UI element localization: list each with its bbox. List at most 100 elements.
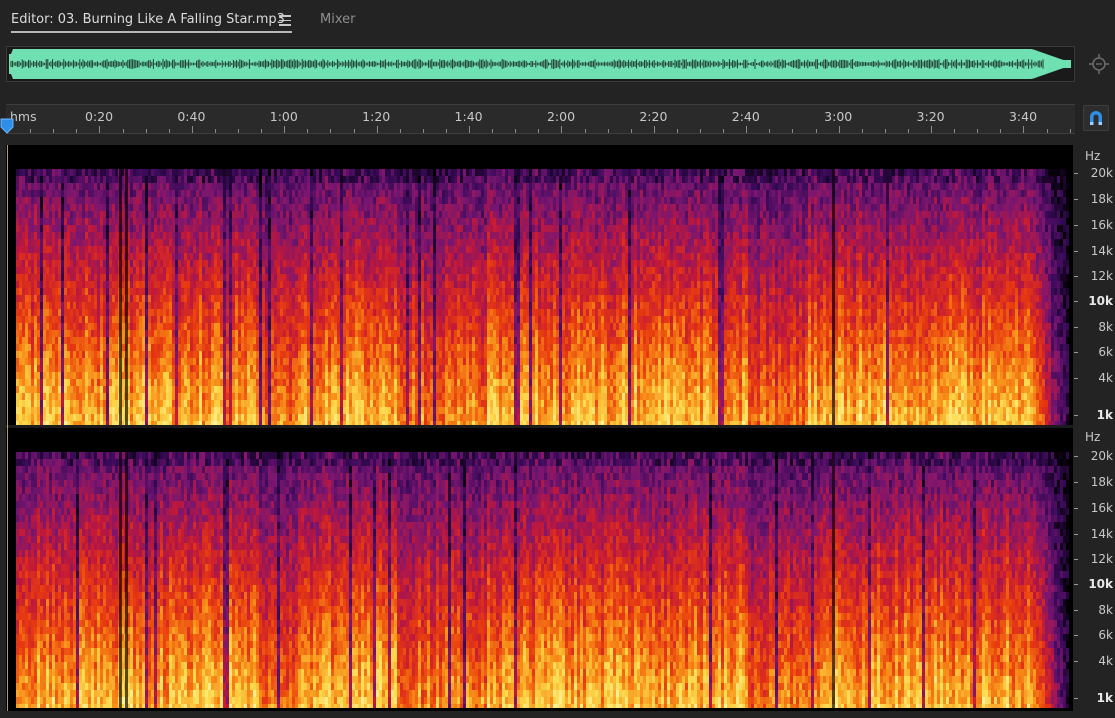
hz-tick-label: 18k (1091, 192, 1113, 206)
hz-tick (1074, 415, 1078, 416)
zoom-navigator-icon[interactable] (1088, 53, 1110, 75)
hz-tick-label: 12k (1091, 269, 1113, 283)
hamburger-menu-icon[interactable] (279, 12, 291, 28)
ruler-tick (192, 126, 193, 133)
ruler-tick (469, 126, 470, 133)
ruler-tick (839, 126, 840, 133)
spectrogram-silence-gap (125, 169, 128, 425)
tab-mixer[interactable]: Mixer (320, 11, 355, 29)
ruler-time-label: 3:00 (824, 109, 852, 124)
ruler-tick (931, 126, 932, 133)
ruler-tick (977, 129, 978, 133)
hz-tick (1074, 199, 1078, 200)
playhead-marker-icon[interactable] (0, 118, 14, 134)
ruler-time-label: 2:00 (547, 109, 575, 124)
hz-tick-label: 8k (1098, 320, 1113, 334)
channel-divider (6, 425, 1073, 428)
spectrogram-left (16, 169, 1069, 425)
frequency-axis-left: Hz 20k 18k 16k 14k 12k 10k 8k 6k 4k 1k (1074, 145, 1115, 425)
ruler-tick (330, 129, 331, 133)
ruler-tick (816, 129, 817, 133)
ruler-tick (215, 129, 216, 133)
ruler-time-label: 0:40 (177, 109, 205, 124)
ruler-tick (700, 129, 701, 133)
ruler-tick (238, 129, 239, 133)
hz-tick-label: 10k (1088, 294, 1113, 308)
ruler-tick (446, 129, 447, 133)
ruler-tick (538, 129, 539, 133)
ruler-time-label: 2:20 (639, 109, 667, 124)
hz-tick-label: 14k (1091, 527, 1113, 541)
overview-waveform (9, 49, 1071, 79)
spectrogram-right (16, 452, 1069, 708)
spectrogram-silence-gap (119, 452, 122, 708)
tab-editor-active-indicator (11, 31, 292, 33)
hz-tick (1074, 635, 1078, 636)
hz-tick-label: 14k (1091, 244, 1113, 258)
ruler-tick (954, 129, 955, 133)
hz-tick (1074, 584, 1078, 585)
snap-toggle-button[interactable] (1083, 105, 1109, 131)
ruler-time-label: 1:00 (270, 109, 298, 124)
spectral-frequency-display[interactable] (6, 145, 1073, 711)
ruler-tick (377, 126, 378, 133)
hz-tick-label: 8k (1098, 603, 1113, 617)
ruler-tick (608, 129, 609, 133)
hz-tick (1074, 173, 1078, 174)
ruler-tick (53, 129, 54, 133)
ruler-time-label: 2:40 (732, 109, 760, 124)
hz-unit-label: Hz (1085, 430, 1100, 444)
ruler-tick (908, 129, 909, 133)
ruler-tick (654, 126, 655, 133)
hz-tick-label: 18k (1091, 475, 1113, 489)
ruler-time-label: 1:20 (362, 109, 390, 124)
hz-tick (1074, 225, 1078, 226)
ruler-tick (1023, 126, 1024, 133)
ruler-tick (354, 129, 355, 133)
ruler-tick (492, 129, 493, 133)
waveform-overview[interactable] (6, 46, 1075, 82)
hz-tick-label: 20k (1091, 166, 1113, 180)
channel-left-spectrogram[interactable] (6, 145, 1073, 425)
magnet-icon (1090, 111, 1102, 125)
ruler-tick (1070, 129, 1071, 133)
ruler-tick (1000, 129, 1001, 133)
hz-tick (1074, 698, 1078, 699)
spectrogram-cells (16, 169, 1069, 425)
hz-tick-label: 4k (1098, 371, 1113, 385)
ruler-tick (561, 126, 562, 133)
hz-tick (1074, 482, 1078, 483)
ruler-tick (631, 129, 632, 133)
hz-tick (1074, 610, 1078, 611)
ruler-tick (769, 129, 770, 133)
ruler-tick (307, 129, 308, 133)
hz-tick-label: 4k (1098, 654, 1113, 668)
panel-resize-grip[interactable] (571, 139, 601, 154)
frequency-axis-right: Hz 20k 18k 16k 14k 12k 10k 8k 6k 4k 1k (1074, 428, 1115, 708)
ruler-tick (261, 129, 262, 133)
hz-tick-label: 10k (1088, 577, 1113, 591)
ruler-tick (76, 129, 77, 133)
hz-tick-label: 16k (1091, 501, 1113, 515)
tab-editor[interactable]: Editor: 03. Burning Like A Falling Star.… (11, 11, 285, 31)
hz-tick (1074, 251, 1078, 252)
ruler-tick (123, 129, 124, 133)
ruler-tick (885, 129, 886, 133)
playhead-line (7, 145, 8, 711)
hz-tick-label: 6k (1098, 345, 1113, 359)
hz-tick-label: 16k (1091, 218, 1113, 232)
time-ruler[interactable]: hms 0:20 0:40 1:00 1:20 1:40 2:00 2:20 2:40 3:00… (6, 104, 1075, 134)
ruler-time-label: 1:40 (455, 109, 483, 124)
bottom-edge (0, 711, 1115, 718)
ruler-tick (99, 126, 100, 133)
ruler-tick (862, 129, 863, 133)
hz-tick (1074, 508, 1078, 509)
ruler-tick (30, 129, 31, 133)
ruler-tick (284, 126, 285, 133)
ruler-time-label: 3:20 (917, 109, 945, 124)
hz-unit-label: Hz (1085, 149, 1100, 163)
ruler-tick (515, 129, 516, 133)
ruler-tick (423, 129, 424, 133)
channel-right-spectrogram[interactable] (6, 428, 1073, 708)
ruler-tick (792, 129, 793, 133)
